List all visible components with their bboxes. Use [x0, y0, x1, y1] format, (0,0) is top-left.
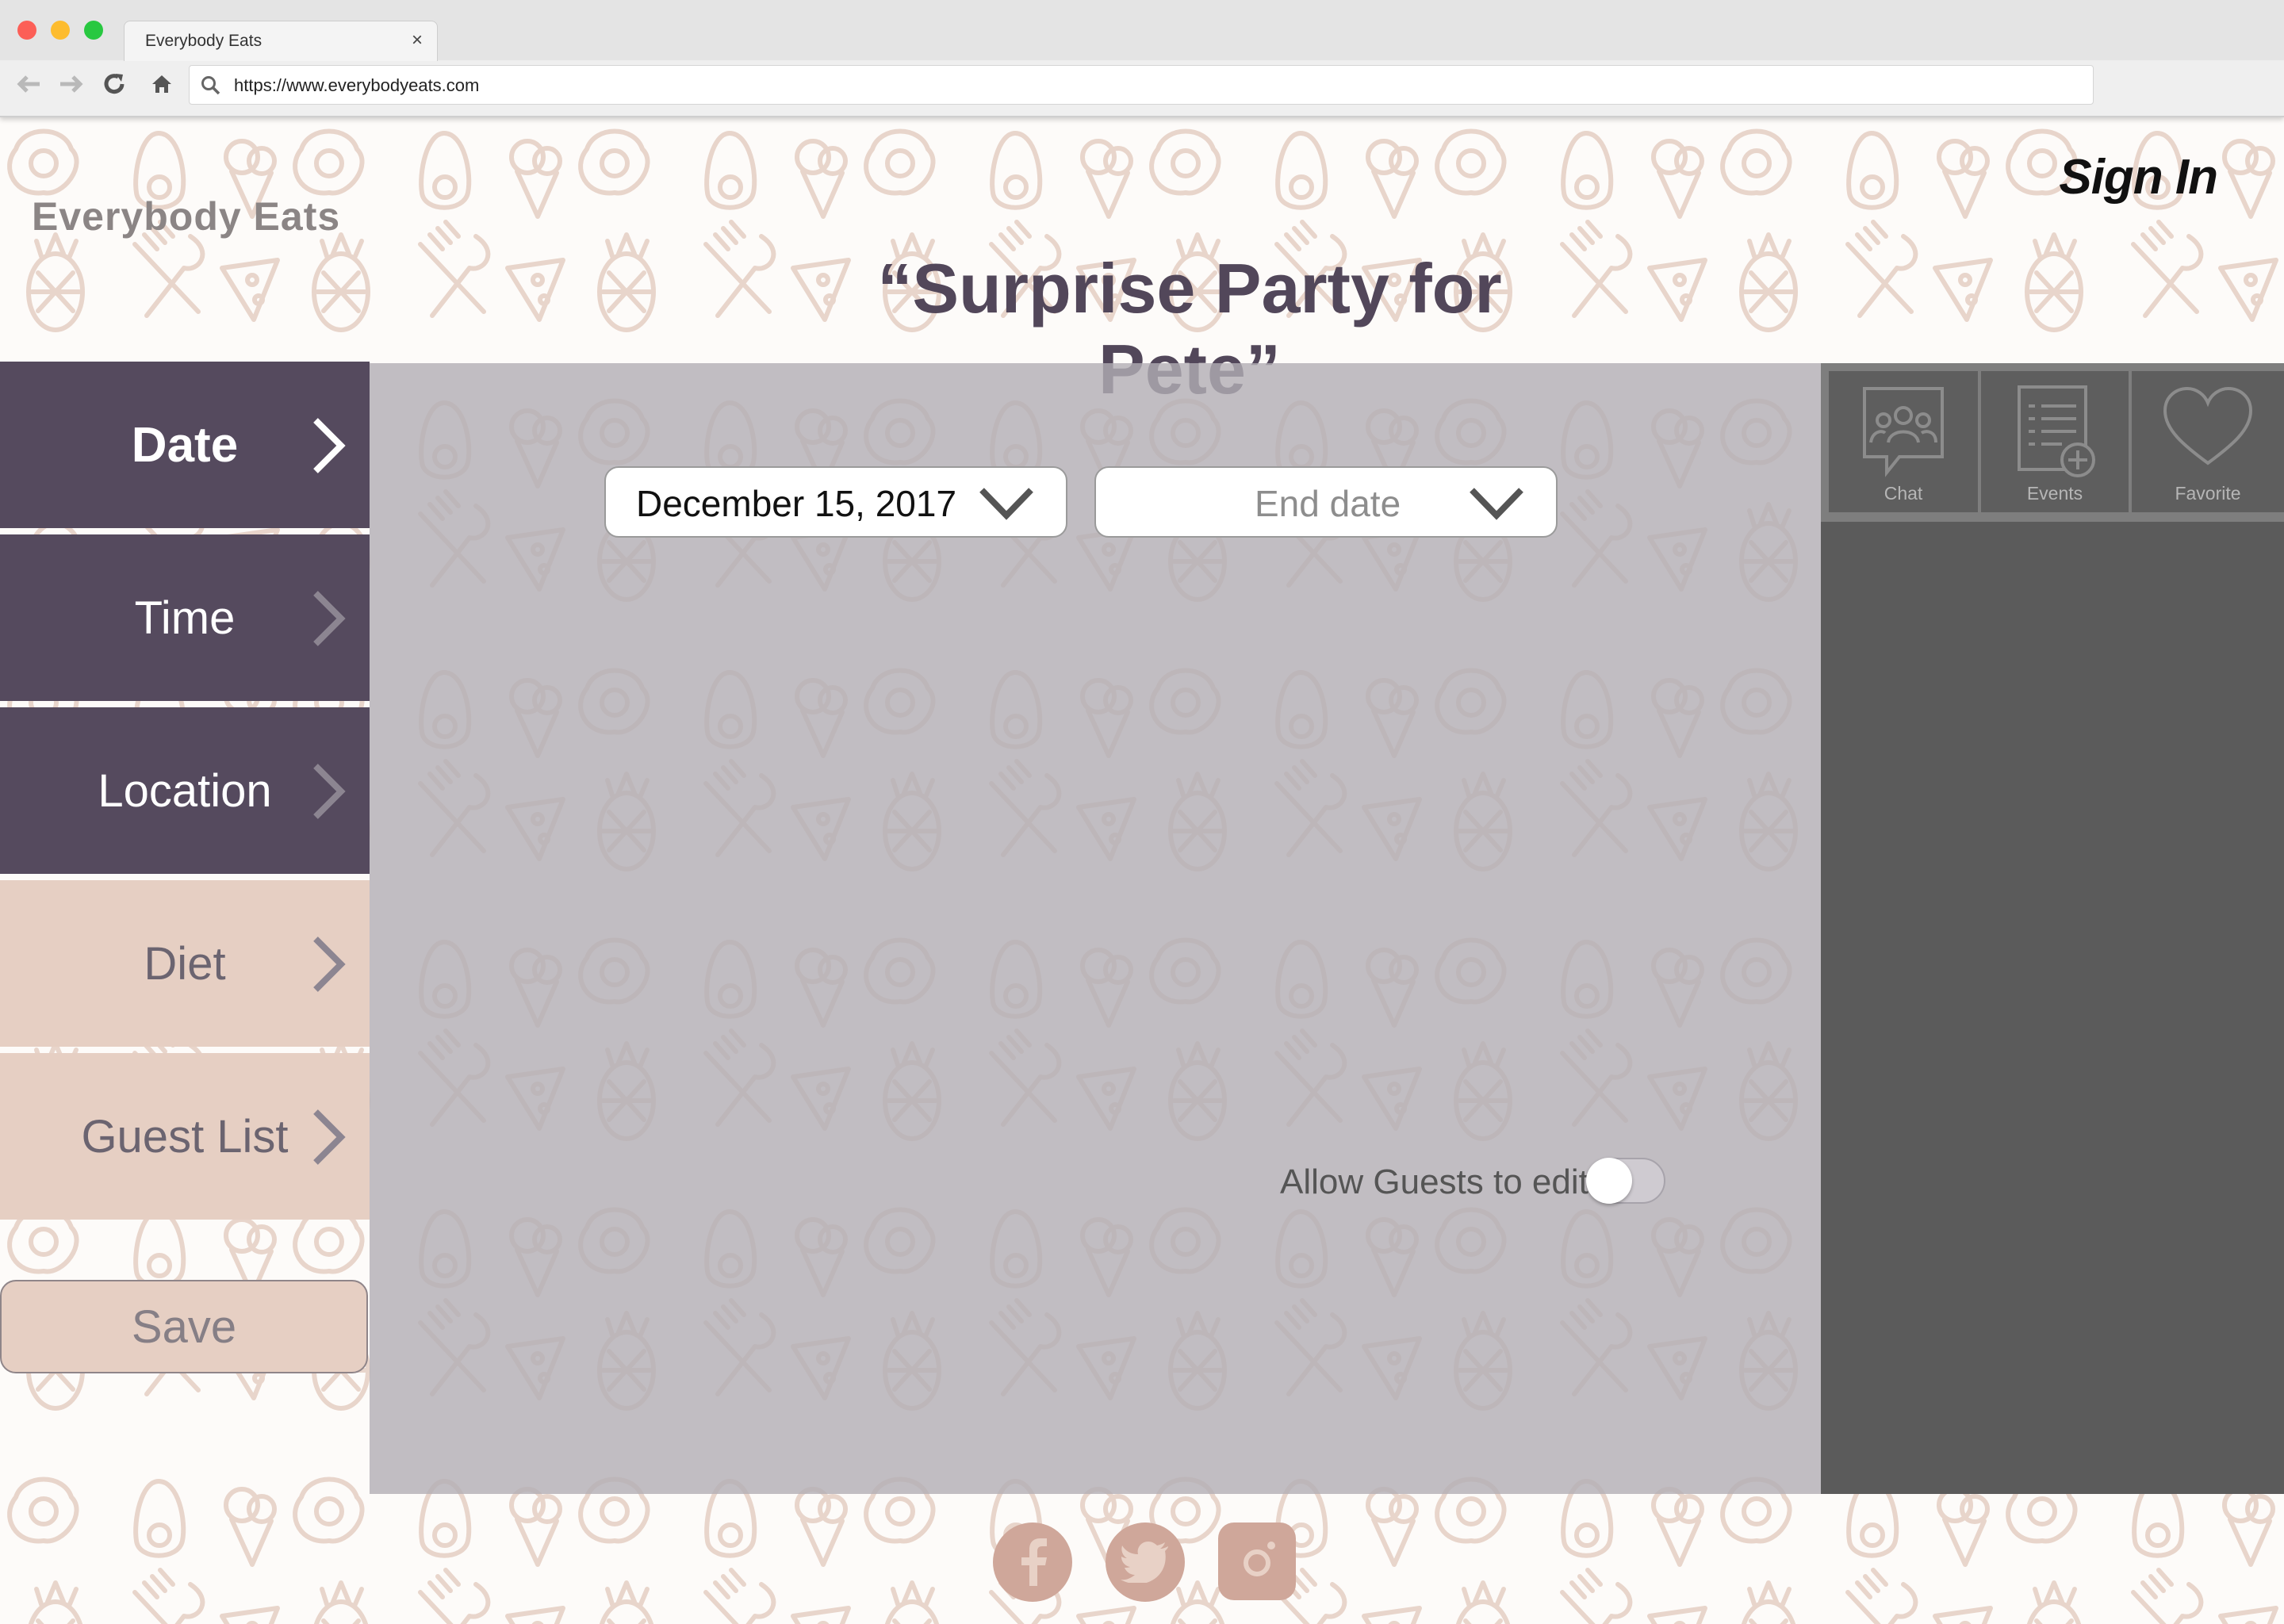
sidebar-item-guest-list[interactable]: Guest List: [0, 1053, 370, 1220]
facebook-icon: [1021, 1538, 1047, 1586]
instagram-button[interactable]: [1218, 1522, 1296, 1600]
chevron-right-icon: [313, 936, 346, 992]
instagram-icon: [1244, 1542, 1275, 1576]
chevron-right-icon: [313, 1109, 346, 1165]
browser-titlebar: Everybody Eats ×: [0, 0, 2284, 61]
allow-guests-toggle[interactable]: [1586, 1158, 1665, 1204]
events-button[interactable]: Events: [1981, 371, 2129, 512]
reload-icon[interactable]: [102, 71, 127, 97]
back-arrow-icon[interactable]: [16, 71, 41, 97]
sidebar-item-diet[interactable]: Diet: [0, 880, 370, 1047]
heart-icon: [2163, 386, 2253, 465]
start-date-dropdown[interactable]: December 15, 2017: [604, 466, 1067, 538]
browser-tab[interactable]: Everybody Eats ×: [124, 21, 438, 61]
favorite-button[interactable]: Favorite: [2132, 371, 2284, 512]
sidebar-item-date[interactable]: Date: [0, 362, 370, 528]
right-panel: Chat Events Favorite: [1821, 363, 2284, 1494]
sidebar-item-location[interactable]: Location: [0, 707, 370, 874]
chevron-right-icon: [313, 591, 346, 646]
end-date-dropdown[interactable]: End date: [1094, 466, 1558, 538]
twitter-button[interactable]: [1106, 1522, 1185, 1602]
url-text: https://www.everybodyeats.com: [234, 75, 480, 95]
sidebar-item-label: Time: [134, 592, 236, 644]
chat-button[interactable]: Chat: [1829, 371, 1978, 512]
chevron-down-icon: [979, 488, 1033, 520]
events-label: Events: [2026, 483, 2083, 504]
minimize-window-button[interactable]: [51, 21, 70, 40]
sidebar-item-label: Diet: [144, 937, 226, 990]
home-icon[interactable]: [149, 71, 174, 97]
chevron-right-icon: [313, 418, 346, 473]
page: Everybody Eats Sign In “Surprise Party f…: [0, 117, 2284, 1624]
sidebar-item-label: Guest List: [81, 1110, 289, 1162]
allow-guests-label: Allow Guests to edit: [1280, 1162, 1588, 1201]
chevron-right-icon: [313, 764, 346, 819]
favorite-label: Favorite: [2175, 483, 2241, 504]
browser-chrome: Everybody Eats × https://www.everybodyea…: [0, 0, 2284, 117]
search-icon: [201, 76, 220, 95]
chat-icon: [1863, 387, 1944, 477]
facebook-button[interactable]: [993, 1522, 1072, 1602]
tab-title: Everybody Eats: [145, 32, 263, 50]
sidebar-item-label: Date: [131, 417, 239, 473]
twitter-icon: [1121, 1542, 1168, 1583]
sidebar-item-label: Location: [98, 764, 272, 817]
main-panel: December 15, 2017 End date Allow Guests …: [370, 363, 1821, 1494]
forward-arrow-icon[interactable]: [59, 71, 84, 97]
close-window-button[interactable]: [17, 21, 36, 40]
end-date-placeholder: End date: [1255, 483, 1401, 524]
sidebar-item-time[interactable]: Time: [0, 534, 370, 701]
events-icon: [2018, 385, 2095, 477]
sign-in-link[interactable]: Sign In: [2059, 149, 2218, 205]
tab-close-icon[interactable]: ×: [412, 29, 423, 52]
chat-label: Chat: [1884, 483, 1923, 504]
chevron-down-icon: [1470, 488, 1523, 520]
save-button[interactable]: Save: [0, 1280, 368, 1373]
maximize-window-button[interactable]: [84, 21, 103, 40]
icon-toolbar: Chat Events Favorite: [1821, 363, 2284, 522]
start-date-value: December 15, 2017: [636, 483, 957, 524]
toggle-knob: [1586, 1158, 1632, 1204]
address-bar[interactable]: https://www.everybodyeats.com: [189, 65, 2094, 105]
brand-logo[interactable]: Everybody Eats: [32, 193, 340, 239]
